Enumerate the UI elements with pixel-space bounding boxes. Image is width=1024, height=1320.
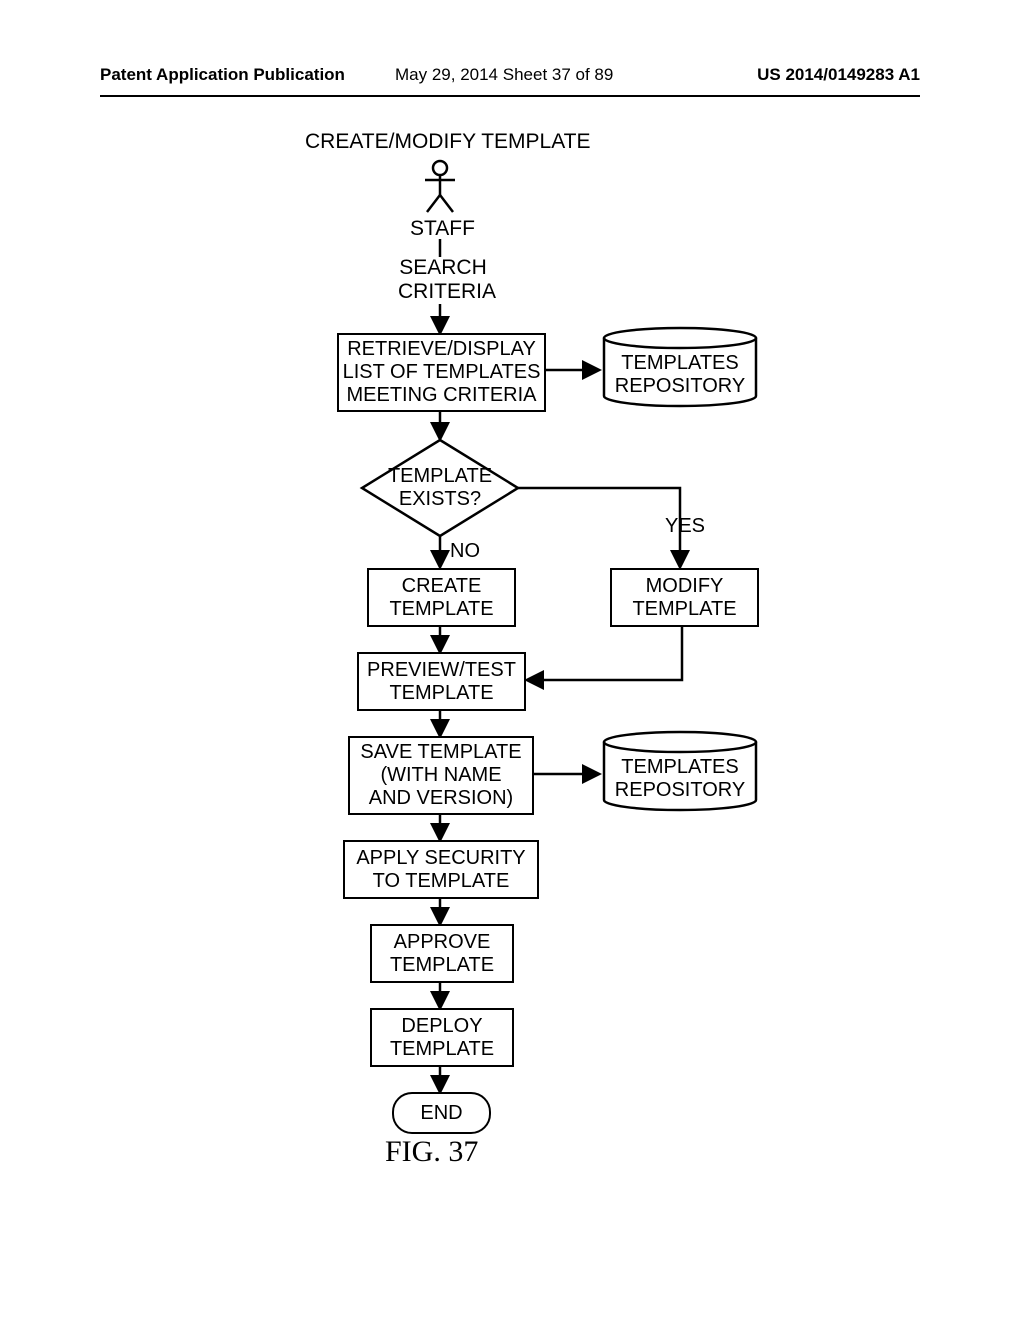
yes-connector [518, 478, 718, 570]
approve-box: APPROVE TEMPLATE [370, 924, 514, 983]
arrow-down-icon [430, 813, 450, 841]
arrow-down-icon [430, 304, 450, 334]
arrow-down-icon [430, 1065, 450, 1093]
connector [438, 239, 442, 257]
security-box: APPLY SECURITY TO TEMPLATE [343, 840, 539, 899]
deploy-box: DEPLOY TEMPLATE [370, 1008, 514, 1067]
arrow-down-icon [430, 897, 450, 925]
modify-box: MODIFY TEMPLATE [610, 568, 759, 627]
arrow-down-icon [430, 536, 450, 568]
arrow-down-icon [430, 709, 450, 737]
header-right: US 2014/0149283 A1 [757, 65, 920, 85]
retrieve-box: RETRIEVE/DISPLAY LIST OF TEMPLATES MEETI… [337, 333, 546, 412]
actor-icon [415, 160, 465, 215]
actor-label: STAFF [410, 217, 475, 241]
arrow-down-icon [430, 410, 450, 440]
decision-label: TEMPLATE EXISTS? [385, 465, 495, 511]
no-label: NO [450, 540, 480, 563]
arrow-down-icon [430, 625, 450, 653]
arrow-down-icon [430, 981, 450, 1009]
repo2-label: TEMPLATES REPOSITORY [600, 756, 760, 802]
preview-box: PREVIEW/TEST TEMPLATE [357, 652, 526, 711]
search-criteria-label: SEARCH CRITERIA [398, 256, 488, 304]
modify-connector [522, 625, 702, 695]
header-left: Patent Application Publication [100, 65, 345, 85]
create-box: CREATE TEMPLATE [367, 568, 516, 627]
flowchart-canvas: CREATE/MODIFY TEMPLATE STAFF SEARCH CRIT… [220, 120, 920, 1220]
arrow-right-icon [544, 360, 604, 380]
page-frame: Patent Application Publication May 29, 2… [100, 60, 920, 1260]
save-box: SAVE TEMPLATE (WITH NAME AND VERSION) [348, 736, 534, 815]
figure-label: FIG. 37 [385, 1135, 478, 1169]
header-rule [100, 95, 920, 97]
repo1-label: TEMPLATES REPOSITORY [600, 352, 760, 398]
end-terminator: END [392, 1092, 491, 1134]
diagram-title: CREATE/MODIFY TEMPLATE [305, 130, 591, 154]
arrow-right-icon [532, 764, 604, 784]
header-mid: May 29, 2014 Sheet 37 of 89 [395, 65, 613, 85]
